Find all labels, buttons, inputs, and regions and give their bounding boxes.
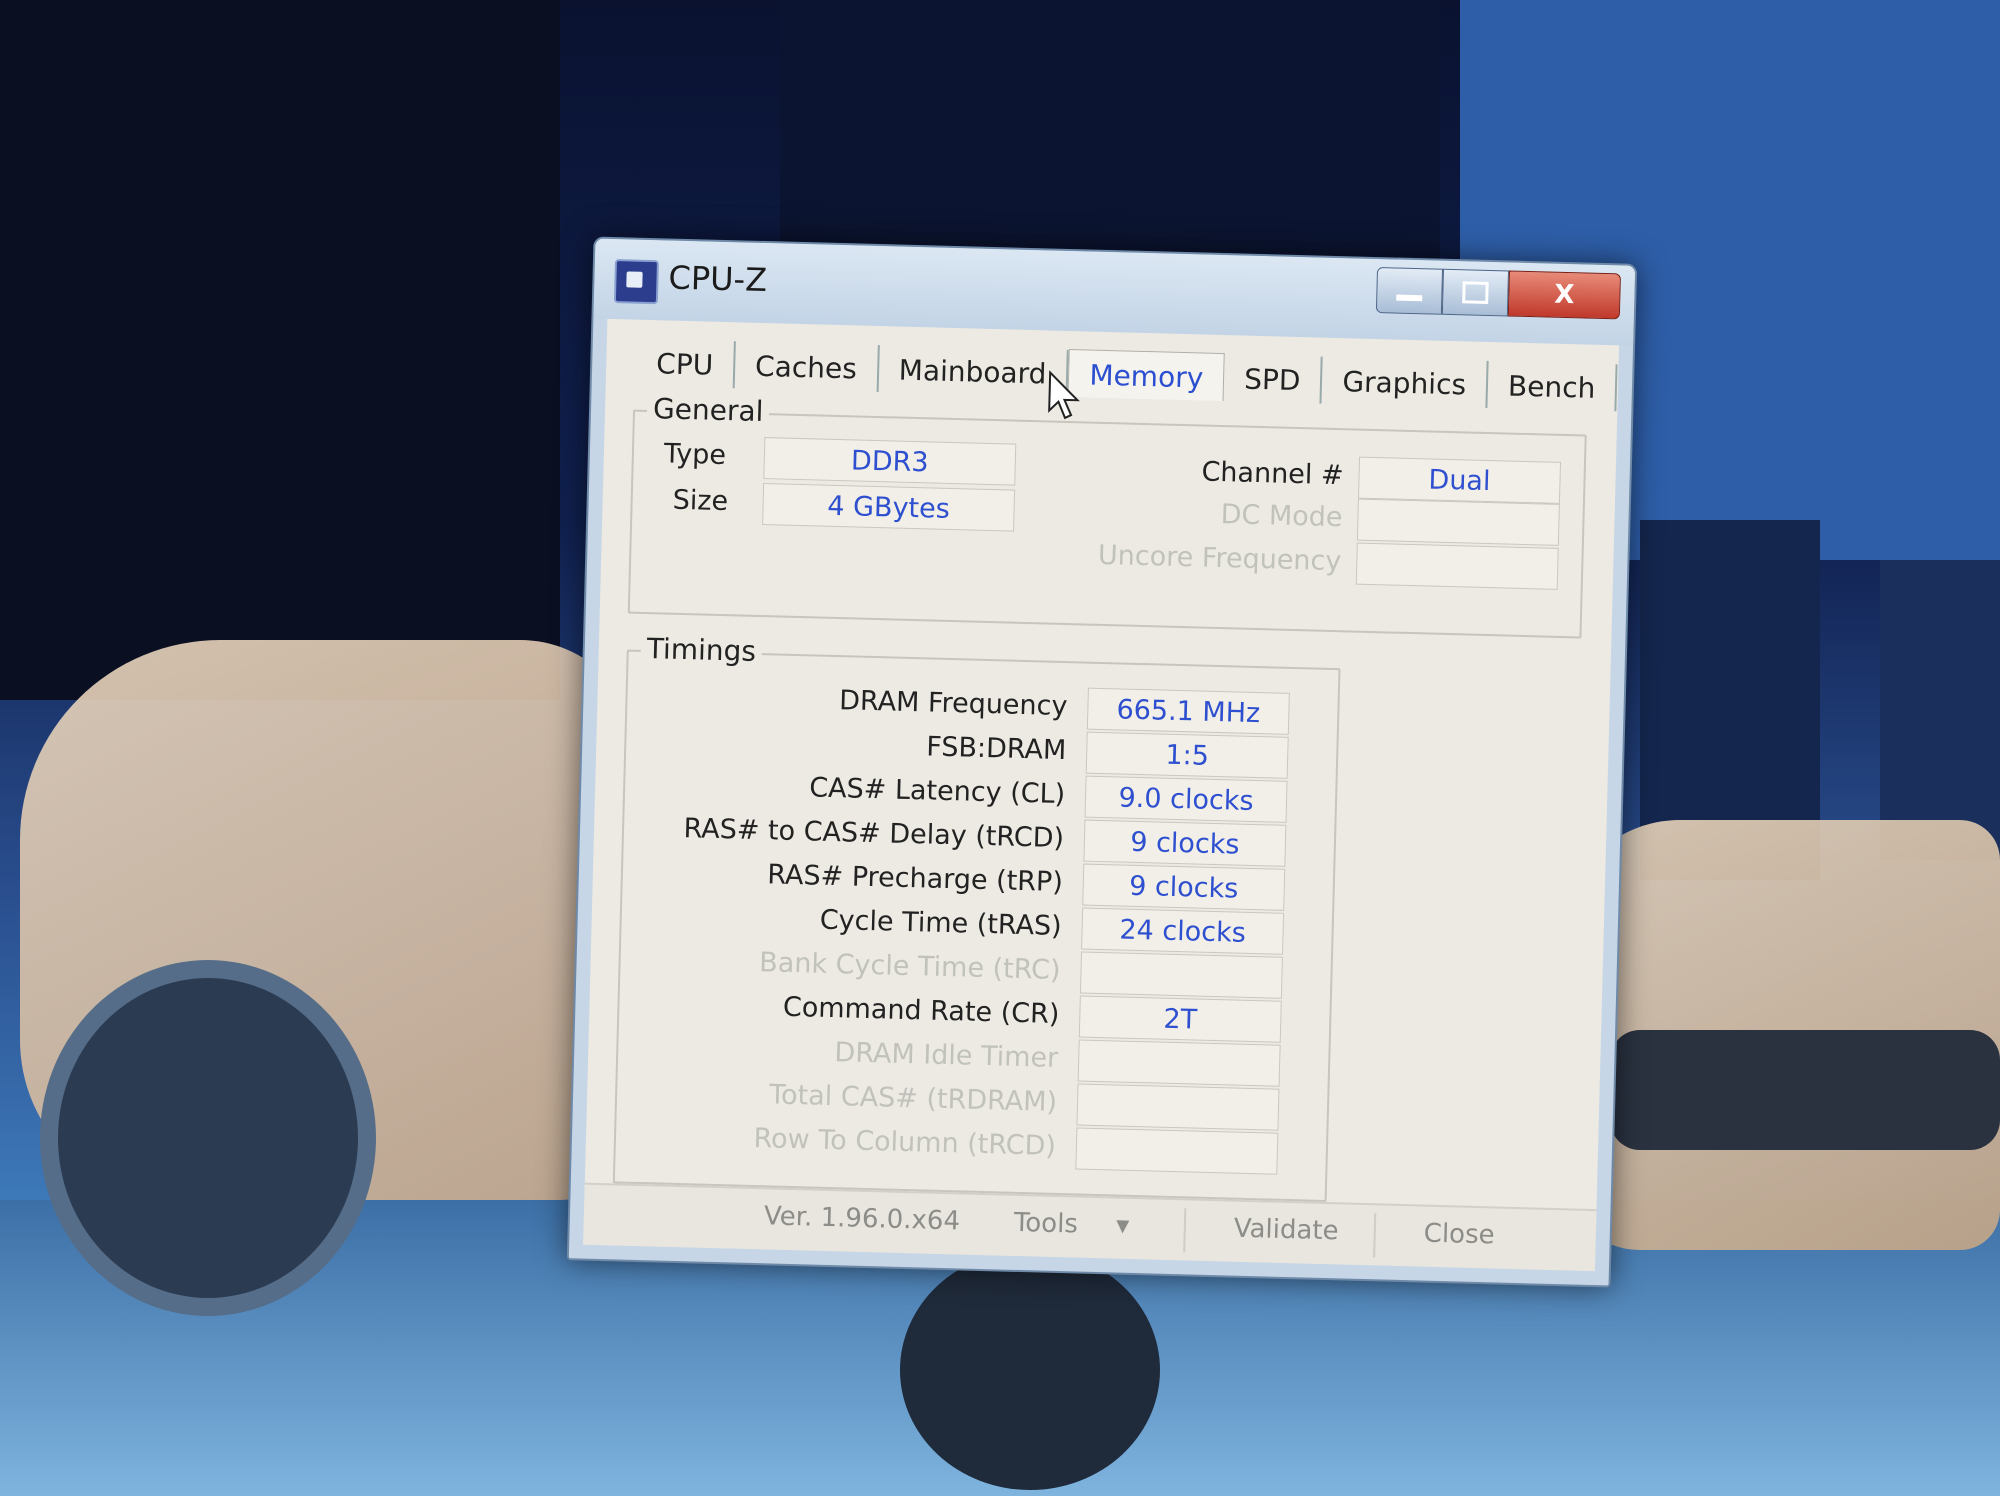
- close-button[interactable]: Close: [1423, 1219, 1495, 1251]
- tools-label: Tools: [1013, 1207, 1079, 1240]
- maximize-icon: [1462, 281, 1489, 304]
- general-group: General Type DDR3 Size 4 GBytes Channel …: [627, 391, 1587, 639]
- dram-frequency-label: DRAM Frequency: [838, 685, 1068, 723]
- divider: [1183, 1208, 1187, 1253]
- general-group-title: General: [646, 391, 770, 429]
- dc-mode-value: [1356, 498, 1560, 546]
- dram-frequency-value: 665.1 MHz: [1086, 687, 1290, 735]
- total-cas-value: [1076, 1083, 1280, 1131]
- size-label: Size: [672, 484, 729, 518]
- row-to-column-value: [1075, 1127, 1279, 1175]
- row-to-column-label: Row To Column (tRCD): [753, 1123, 1057, 1162]
- version-label: Ver. 1.96.0.x64: [763, 1201, 961, 1237]
- building-shape: [0, 0, 560, 700]
- cycle-time-value: 24 clocks: [1081, 907, 1285, 955]
- car-grille: [1610, 1030, 2000, 1150]
- dram-idle-timer-label: DRAM Idle Timer: [834, 1037, 1059, 1074]
- size-value: 4 GBytes: [762, 483, 1016, 532]
- tab-spd[interactable]: SPD: [1223, 354, 1324, 404]
- tab-memory[interactable]: Memory: [1067, 348, 1225, 402]
- cycle-time-label: Cycle Time (tRAS): [819, 904, 1063, 942]
- tab-caches[interactable]: Caches: [734, 341, 880, 393]
- cpu-z-icon: [613, 259, 659, 305]
- bank-cycle-time-value: [1079, 951, 1283, 999]
- channel-value: Dual: [1357, 456, 1562, 504]
- building-shape: [1880, 560, 2000, 860]
- status-bar: Ver. 1.96.0.x64 Tools ▾ Validate Close: [583, 1182, 1597, 1272]
- timings-group: Timings DRAM Frequency 665.1 MHz FSB:DRA…: [612, 631, 1341, 1203]
- channel-label: Channel #: [1201, 456, 1344, 492]
- minimize-button[interactable]: [1375, 267, 1444, 315]
- ras-precharge-label: RAS# Precharge (tRP): [766, 859, 1064, 899]
- ras-precharge-value: 9 clocks: [1082, 863, 1286, 911]
- window-title: CPU-Z: [668, 258, 768, 300]
- uncore-frequency-label: Uncore Frequency: [1097, 539, 1342, 578]
- bank-cycle-time-label: Bank Cycle Time (tRC): [758, 947, 1061, 986]
- type-label: Type: [663, 438, 727, 472]
- window-controls: X: [1375, 267, 1621, 320]
- divider: [1373, 1213, 1377, 1258]
- command-rate-value: 2T: [1078, 995, 1282, 1043]
- tab-cpu[interactable]: CPU: [635, 338, 736, 389]
- command-rate-label: Command Rate (CR): [782, 991, 1060, 1030]
- client-area: CPU Caches Mainboard Memory SPD Graphics…: [583, 318, 1638, 1272]
- maximize-button[interactable]: [1441, 268, 1510, 317]
- cas-latency-label: CAS# Latency (CL): [808, 772, 1066, 811]
- tab-bar: CPU Caches Mainboard Memory SPD Graphics…: [635, 330, 1638, 415]
- car-wheel-bottom: [900, 1250, 1160, 1490]
- fsb-dram-label: FSB:DRAM: [925, 731, 1067, 767]
- total-cas-label: Total CAS# (tRDRAM): [768, 1079, 1058, 1118]
- tab-mainboard[interactable]: Mainboard: [878, 345, 1070, 397]
- tools-dropdown[interactable]: Tools ▾: [1014, 1208, 1165, 1242]
- validate-button[interactable]: Validate: [1233, 1214, 1339, 1247]
- type-value: DDR3: [763, 437, 1017, 486]
- cpu-z-window: CPU-Z X CPU Caches Mainboard Memory SPD …: [566, 236, 1638, 1288]
- tab-graphics[interactable]: Graphics: [1321, 356, 1489, 408]
- dc-mode-label: DC Mode: [1220, 499, 1343, 534]
- minimize-icon: [1396, 294, 1423, 302]
- car-wheel-left: [40, 960, 376, 1316]
- tab-bench[interactable]: Bench: [1487, 360, 1618, 412]
- close-window-button[interactable]: X: [1507, 270, 1621, 320]
- ras-to-cas-label: RAS# to CAS# Delay (tRCD): [683, 813, 1065, 855]
- dram-idle-timer-value: [1077, 1039, 1281, 1087]
- cas-latency-value: 9.0 clocks: [1084, 775, 1288, 823]
- uncore-frequency-value: [1355, 542, 1559, 590]
- close-icon: X: [1553, 279, 1575, 311]
- chevron-down-icon: ▾: [1115, 1210, 1130, 1241]
- mouse-pointer-icon: [1048, 370, 1080, 420]
- timings-group-title: Timings: [640, 631, 763, 669]
- fsb-dram-value: 1:5: [1085, 731, 1289, 779]
- ras-to-cas-value: 9 clocks: [1083, 819, 1287, 867]
